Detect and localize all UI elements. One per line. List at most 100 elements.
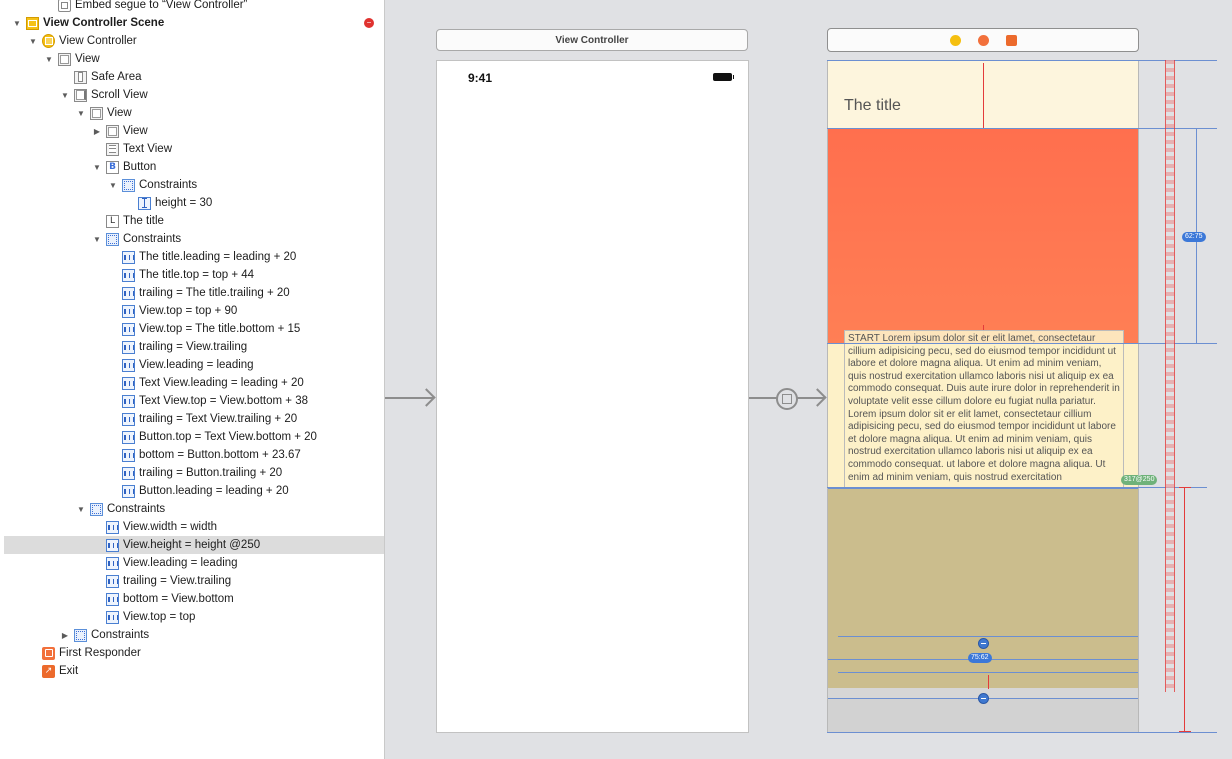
disclosure-open-icon[interactable]: ▼ [12,18,22,28]
constraints-icon [122,178,135,192]
outline-row[interactable]: bottom = View.bottom [4,590,384,608]
outline-row-label: Text View [123,143,173,155]
scene-dock[interactable] [827,28,1139,52]
outline-row-label: Constraints [139,179,198,191]
view-icon [58,52,71,66]
scroll-view-frame[interactable]: The title START Lorem ipsum dolor sit er… [827,60,1139,733]
outline-row[interactable]: ▶ Constraints [4,626,384,644]
outline-row[interactable]: Text View.top = View.bottom + 38 [4,392,384,410]
constraint-icon [106,592,119,606]
storyboard-canvas[interactable]: View Controller 9:41 The title START Lor… [385,0,1232,759]
orange-bottom-guide [827,343,1217,344]
exit-icon[interactable] [1006,35,1017,46]
button-icon: B [106,160,119,174]
outline-row[interactable]: View.width = width [4,518,384,536]
priority-badge[interactable]: 317@250 [1121,475,1158,485]
content-view-bottom[interactable]: 75:62 [828,488,1138,689]
disclosure-open-icon[interactable]: ▼ [108,180,118,190]
outline-row[interactable]: Embed segue to “View Controller” [4,0,384,14]
bottom-spacing-constraint[interactable] [988,675,989,689]
outline-row[interactable]: View.top = top + 90 [4,302,384,320]
outline-row-label: trailing = View.trailing [139,341,248,353]
outline-row-label: Button.leading = leading + 20 [139,485,289,497]
disclosure-closed-icon[interactable]: ▶ [92,126,102,136]
disclosure-open-icon[interactable]: ▼ [76,108,86,118]
disclosure-open-icon[interactable]: ▼ [28,36,38,46]
disclosure-open-icon[interactable]: ▼ [44,54,54,64]
title-region[interactable]: The title [828,61,1138,129]
view-controller-preview[interactable]: 9:41 [436,60,749,733]
outline-row[interactable]: trailing = View.trailing [4,338,384,356]
title-top-constraint[interactable] [983,63,984,129]
outline-row[interactable]: ▼ Constraints [4,230,384,248]
view-controller-icon[interactable] [950,35,961,46]
outline-row[interactable]: bottom = Button.bottom + 23.67 [4,446,384,464]
title-label[interactable]: The title [844,97,901,115]
outline-row[interactable]: Button.leading = leading + 20 [4,482,384,500]
outline-row[interactable]: Safe Area [4,68,384,86]
colored-view[interactable] [828,129,1138,344]
embed-segue-icon[interactable] [776,388,798,410]
constraint-icon [122,394,135,408]
outline-row[interactable]: trailing = Text View.trailing + 20 [4,410,384,428]
disclosure-open-icon[interactable]: ▼ [60,90,70,100]
outline-row[interactable]: View.top = top [4,608,384,626]
outline-row-label: The title.leading = leading + 20 [139,251,297,263]
outline-row[interactable]: The title.top = top + 44 [4,266,384,284]
outline-row-label: Button [123,161,157,173]
text-view-region[interactable]: START Lorem ipsum dolor sit er elit lame… [828,330,1138,493]
outline-row[interactable]: ▶ View [4,122,384,140]
disclosure-open-icon[interactable]: ▼ [76,504,86,514]
red-cap-bottom [1179,731,1191,732]
outline-row[interactable]: First Responder [4,644,384,662]
outline-row[interactable]: ▼ B Button [4,158,384,176]
outline-row-label: View [123,125,148,137]
constraints-icon [106,232,119,246]
bottom-handle-icon[interactable] [978,693,989,704]
outline-row[interactable]: ▼ Scroll View [4,86,384,104]
resize-handle-icon[interactable] [978,638,989,649]
outline-row-label: bottom = Button.bottom + 23.67 [139,449,301,461]
outline-row[interactable]: trailing = The title.trailing + 20 [4,284,384,302]
exit-icon: ↗ [42,664,55,678]
outline-row[interactable]: ▼ View Controller Scene − [4,14,384,32]
outline-row[interactable]: ▼ View Controller [4,32,384,50]
outline-row[interactable]: ▼ View [4,50,384,68]
outline-row[interactable]: L The title [4,212,384,230]
outline-row[interactable]: The title.leading = leading + 20 [4,248,384,266]
outline-row[interactable]: trailing = View.trailing [4,572,384,590]
outline-row-label: Button.top = Text View.bottom + 20 [139,431,317,443]
first-responder-icon[interactable] [978,35,989,46]
outline-row-label: View [107,107,132,119]
outline-row[interactable]: ▼ Constraints [4,176,384,194]
outline-row[interactable]: trailing = Button.trailing + 20 [4,464,384,482]
text-view[interactable]: START Lorem ipsum dolor sit er elit lame… [844,330,1124,493]
outline-row-label: trailing = View.trailing [123,575,232,587]
bottom-red-constraint[interactable] [1184,487,1185,732]
outline-row-label: trailing = The title.trailing + 20 [139,287,290,299]
outline-row[interactable]: height = 30 [4,194,384,212]
outline-row-label: The title.top = top + 44 [139,269,255,281]
scene-title-bar[interactable]: View Controller [436,29,748,51]
label-icon: L [106,214,119,228]
outline-row[interactable]: Text View.leading = leading + 20 [4,374,384,392]
constraint-icon [122,430,135,444]
disclosure-closed-icon[interactable]: ▶ [60,630,70,640]
outline-row[interactable]: Button.top = Text View.bottom + 20 [4,428,384,446]
height-badge[interactable]: 62:75 [1182,232,1206,242]
title-bottom-guide [827,128,1217,129]
outline-row[interactable]: ▼ Constraints [4,500,384,518]
outline-row[interactable]: View.leading = leading [4,356,384,374]
outline-row[interactable]: Text View [4,140,384,158]
button-top-guide [838,636,1138,637]
outline-row-label: View.height = height @250 [123,539,261,551]
constraint-chain [1165,60,1175,692]
outline-row[interactable]: View.height = height @250 [4,536,384,554]
outline-row[interactable]: ↗ Exit [4,662,384,680]
disclosure-open-icon[interactable]: ▼ [92,162,102,172]
disclosure-open-icon[interactable]: ▼ [92,234,102,244]
outline-row[interactable]: View.leading = leading [4,554,384,572]
outline-row[interactable]: View.top = The title.bottom + 15 [4,320,384,338]
issue-badge-icon[interactable]: − [364,18,374,28]
outline-row[interactable]: ▼ View [4,104,384,122]
